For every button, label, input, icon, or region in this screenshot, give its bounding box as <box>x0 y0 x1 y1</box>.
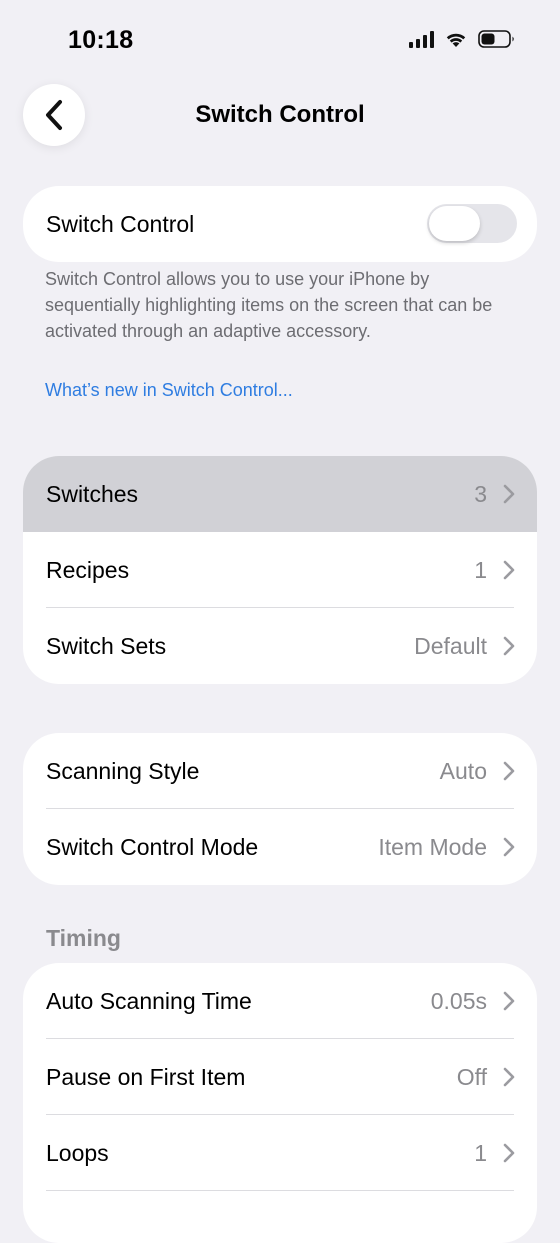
scanning-group: Scanning Style Auto Switch Control Mode … <box>23 733 537 885</box>
chevron-right-icon <box>503 761 515 781</box>
row-label: Auto Scanning Time <box>46 987 252 1014</box>
chevron-right-icon <box>503 837 515 857</box>
switch-control-toggle[interactable] <box>427 204 517 243</box>
row-label: Recipes <box>46 556 130 583</box>
chevron-right-icon <box>503 1067 515 1087</box>
row-label: Switch Control Mode <box>46 833 259 860</box>
timing-group: Auto Scanning Time 0.05s Pause on First … <box>23 963 537 1243</box>
page-title: Switch Control <box>195 101 365 128</box>
list-item-scanning-style[interactable]: Scanning Style Auto <box>23 733 537 809</box>
status-icons <box>409 30 516 48</box>
chevron-right-icon <box>503 1143 515 1163</box>
section-header-timing: Timing <box>46 925 121 951</box>
cellular-signal-icon <box>409 30 434 48</box>
chevron-right-icon <box>503 636 515 656</box>
row-value: 0.05s <box>430 987 487 1014</box>
status-bar: 10:18 <box>0 0 560 84</box>
wifi-icon <box>446 33 466 47</box>
row-label: Scanning Style <box>46 757 200 784</box>
whats-new-link[interactable]: What’s new in Switch Control... <box>45 380 293 401</box>
row-label: Switch Sets <box>46 632 167 659</box>
row-value: 3 <box>474 480 487 507</box>
chevron-right-icon <box>503 484 515 504</box>
row-value: Item Mode <box>378 833 487 860</box>
list-item-pause-on-first-item[interactable]: Pause on First Item Off <box>23 1039 537 1115</box>
row-label: Loops <box>46 1139 109 1166</box>
row-value: 1 <box>474 1139 487 1166</box>
status-time: 10:18 <box>68 26 134 54</box>
row-value: Auto <box>439 757 487 784</box>
switch-control-description: Switch Control allows you to use your iP… <box>45 269 493 341</box>
divider <box>46 1190 514 1191</box>
list-item-switch-control-mode[interactable]: Switch Control Mode Item Mode <box>23 809 537 885</box>
chevron-right-icon <box>503 560 515 580</box>
switch-control-toggle-row[interactable]: Switch Control <box>23 186 537 262</box>
row-value: Default <box>414 632 487 659</box>
navigation-bar: Switch Control <box>0 84 560 148</box>
chevron-right-icon <box>503 991 515 1011</box>
row-label: Pause on First Item <box>46 1063 246 1090</box>
toggle-label: Switch Control <box>46 210 195 237</box>
row-value: 1 <box>474 556 487 583</box>
battery-icon <box>478 30 514 48</box>
switch-control-toggle-card: Switch Control <box>23 186 537 262</box>
row-value: Off <box>456 1063 487 1090</box>
list-item-loops[interactable]: Loops 1 <box>23 1115 537 1191</box>
row-label: Switches <box>46 480 139 507</box>
list-item-switches[interactable]: Switches 3 <box>23 456 537 532</box>
list-item-recipes[interactable]: Recipes 1 <box>23 532 537 608</box>
list-item-auto-scanning-time[interactable]: Auto Scanning Time 0.05s <box>23 963 537 1039</box>
list-item-switch-sets[interactable]: Switch Sets Default <box>23 608 537 684</box>
toggle-knob <box>429 206 480 241</box>
switches-group: Switches 3 Recipes 1 Switch Sets Default <box>23 456 537 684</box>
